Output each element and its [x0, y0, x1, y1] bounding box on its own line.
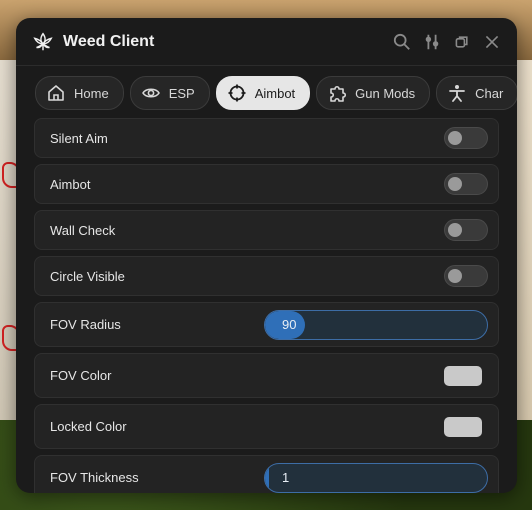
setting-row-silent-aim: Silent Aim: [34, 118, 499, 158]
window-title: Weed Client: [63, 32, 155, 50]
aimbot-settings-list: Silent Aim Aimbot Wall Check Circle Visi…: [16, 116, 517, 493]
setting-row-fov-radius: FOV Radius 90: [34, 302, 499, 347]
title-bar-actions: [393, 33, 501, 51]
setting-row-wall-check: Wall Check: [34, 210, 499, 250]
silent-aim-toggle[interactable]: [444, 127, 488, 149]
slider-fill: [265, 463, 270, 492]
tab-character[interactable]: Char: [436, 76, 517, 110]
toggle-knob: [448, 131, 462, 145]
leaf-logo-icon: [32, 31, 54, 53]
restore-icon[interactable]: [453, 33, 471, 51]
setting-label: FOV Radius: [50, 317, 121, 332]
setting-label: Circle Visible: [50, 268, 125, 284]
crosshair-icon: [228, 84, 246, 102]
puzzle-icon: [330, 85, 347, 102]
tab-esp[interactable]: ESP: [129, 76, 210, 110]
fov-radius-slider[interactable]: 90: [264, 309, 488, 340]
person-icon: [449, 85, 466, 102]
toggle-knob: [448, 269, 462, 283]
search-icon[interactable]: [393, 33, 411, 51]
setting-row-locked-color: Locked Color: [34, 404, 499, 449]
close-icon[interactable]: [483, 33, 501, 51]
locked-color-swatch[interactable]: [444, 416, 482, 437]
home-icon: [48, 85, 64, 101]
slider-value: 90: [282, 316, 297, 332]
toggle-knob: [448, 177, 462, 191]
setting-row-circle-visible: Circle Visible: [34, 256, 499, 296]
wall-check-toggle[interactable]: [444, 219, 488, 241]
fov-thickness-slider[interactable]: 1: [264, 462, 488, 493]
tab-gun-mods[interactable]: Gun Mods: [316, 76, 431, 110]
tab-label: Char: [475, 85, 504, 101]
sliders-icon[interactable]: [423, 33, 441, 51]
fov-color-swatch[interactable]: [444, 365, 482, 386]
eye-icon: [141, 88, 160, 98]
tab-label: ESP: [168, 85, 195, 101]
client-window: Weed Client Home ESP Aimbot Gun Mods Cha…: [16, 18, 517, 493]
tab-bar: Home ESP Aimbot Gun Mods Char: [16, 66, 517, 110]
setting-row-aimbot: Aimbot: [34, 164, 499, 204]
setting-label: Silent Aim: [50, 130, 108, 146]
aimbot-toggle[interactable]: [444, 173, 488, 195]
setting-label: Wall Check: [50, 222, 116, 238]
tab-label: Aimbot: [254, 85, 296, 101]
setting-label: FOV Color: [50, 368, 112, 383]
tab-aimbot[interactable]: Aimbot: [215, 76, 311, 110]
setting-label: Aimbot: [50, 176, 91, 192]
circle-visible-toggle[interactable]: [444, 265, 488, 287]
slider-value: 1: [282, 469, 290, 485]
tab-label: Home: [74, 85, 109, 101]
setting-label: Locked Color: [50, 419, 127, 434]
setting-label: FOV Thickness: [50, 470, 139, 485]
setting-row-fov-color: FOV Color: [34, 353, 499, 398]
setting-row-fov-thickness: FOV Thickness 1: [34, 455, 499, 493]
tab-label: Gun Mods: [355, 85, 416, 101]
title-bar[interactable]: Weed Client: [16, 18, 517, 66]
tab-home[interactable]: Home: [35, 76, 124, 110]
toggle-knob: [448, 223, 462, 237]
